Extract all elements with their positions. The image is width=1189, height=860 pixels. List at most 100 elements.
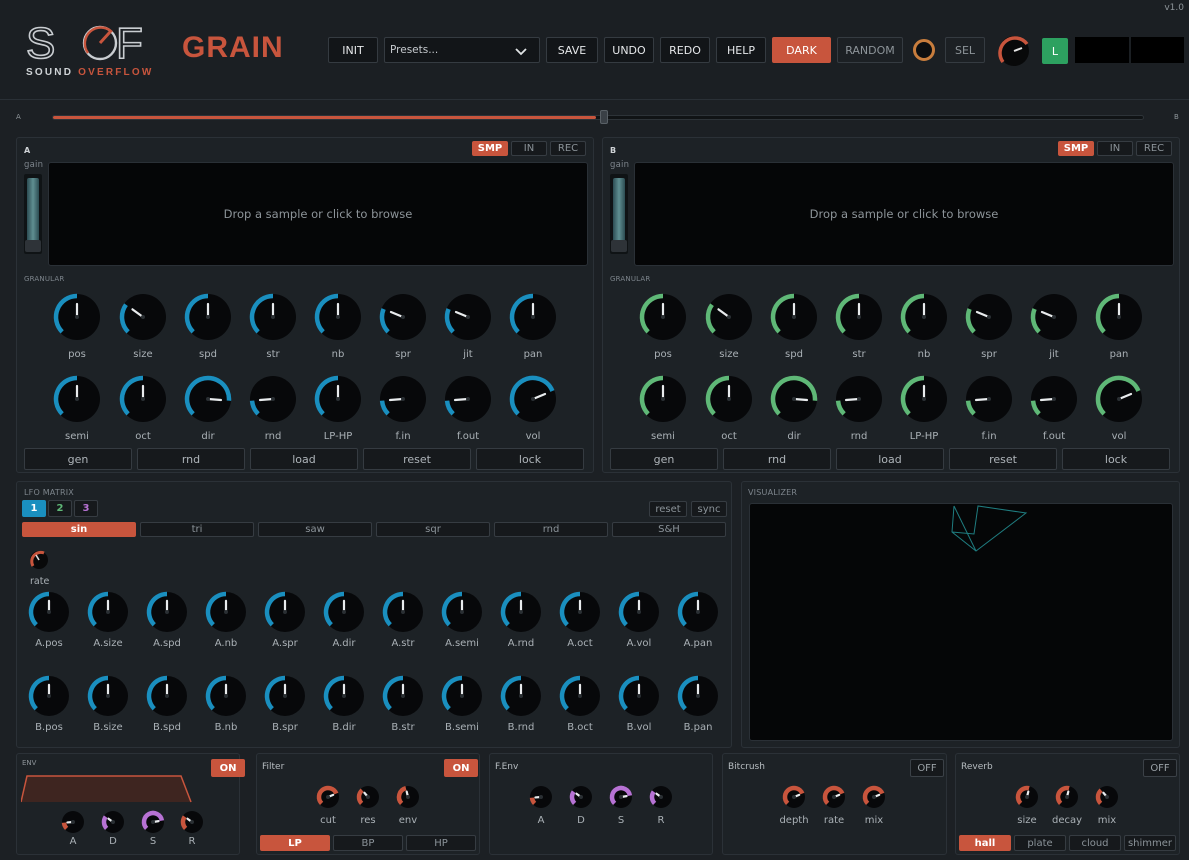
lfo-depth-knob-a-spr[interactable] bbox=[263, 590, 307, 634]
lfo-depth-knob-b-dir[interactable] bbox=[322, 674, 366, 718]
engine-lock-button[interactable]: lock bbox=[1062, 448, 1170, 470]
knob-str[interactable] bbox=[248, 292, 298, 342]
env-d-knob[interactable] bbox=[100, 809, 126, 835]
lfo-depth-knob-b-spr[interactable] bbox=[263, 674, 307, 718]
lfo-tab-2[interactable]: 2 bbox=[48, 500, 72, 517]
lfo-depth-knob-a-dir[interactable] bbox=[322, 590, 366, 634]
filter-env-knob[interactable] bbox=[395, 784, 421, 810]
knob-semi[interactable] bbox=[638, 374, 688, 424]
knob-pan[interactable] bbox=[508, 292, 558, 342]
lfo-depth-knob-b-pan[interactable] bbox=[676, 674, 720, 718]
fenv-a-knob[interactable] bbox=[528, 784, 554, 810]
knob-semi[interactable] bbox=[52, 374, 102, 424]
knob-size[interactable] bbox=[704, 292, 754, 342]
source-tab-rec[interactable]: REC bbox=[550, 141, 586, 156]
knob-str[interactable] bbox=[834, 292, 884, 342]
filter-cut-knob[interactable] bbox=[315, 784, 341, 810]
engine-gen-button[interactable]: gen bbox=[610, 448, 718, 470]
bitcrush-mix-knob[interactable] bbox=[861, 784, 887, 810]
knob-vol[interactable] bbox=[508, 374, 558, 424]
header-small-knob[interactable] bbox=[913, 39, 935, 61]
knob-nb[interactable] bbox=[899, 292, 949, 342]
reverb-mode-shimmer[interactable]: shimmer bbox=[1124, 835, 1176, 851]
knob-spr[interactable] bbox=[378, 292, 428, 342]
sample-drop-zone[interactable]: Drop a sample or click to browse bbox=[48, 162, 588, 266]
engine-load-button[interactable]: load bbox=[836, 448, 944, 470]
fenv-r-knob[interactable] bbox=[648, 784, 674, 810]
lfo-sync-button[interactable]: sync bbox=[691, 501, 727, 517]
lfo-depth-knob-a-vol[interactable] bbox=[617, 590, 661, 634]
reverb-mode-hall[interactable]: hall bbox=[959, 835, 1011, 851]
fenv-s-knob[interactable] bbox=[608, 784, 634, 810]
l-button[interactable]: L bbox=[1042, 38, 1068, 64]
lfo-rate-knob[interactable] bbox=[28, 549, 50, 571]
lfo-shape-rnd[interactable]: rnd bbox=[494, 522, 608, 537]
filter-mode-lp[interactable]: LP bbox=[260, 835, 330, 851]
knob-spd[interactable] bbox=[183, 292, 233, 342]
source-tab-smp[interactable]: SMP bbox=[472, 141, 508, 156]
knob-jit[interactable] bbox=[1029, 292, 1079, 342]
filter-on-toggle[interactable]: ON bbox=[444, 759, 478, 777]
engine-reset-button[interactable]: reset bbox=[363, 448, 471, 470]
lfo-depth-knob-b-rnd[interactable] bbox=[499, 674, 543, 718]
lfo-shape-saw[interactable]: saw bbox=[258, 522, 372, 537]
crossfader-track[interactable] bbox=[52, 110, 1144, 124]
knob-spd[interactable] bbox=[769, 292, 819, 342]
env-s-knob[interactable] bbox=[140, 809, 166, 835]
engine-load-button[interactable]: load bbox=[250, 448, 358, 470]
env-on-toggle[interactable]: ON bbox=[211, 759, 245, 777]
knob-f-in[interactable] bbox=[378, 374, 428, 424]
knob-size[interactable] bbox=[118, 292, 168, 342]
sample-drop-zone[interactable]: Drop a sample or click to browse bbox=[634, 162, 1174, 266]
dark-theme-button[interactable]: DARK bbox=[772, 37, 831, 63]
reverb-mode-cloud[interactable]: cloud bbox=[1069, 835, 1121, 851]
presets-dropdown[interactable]: Presets... bbox=[384, 37, 540, 63]
lfo-depth-knob-a-spd[interactable] bbox=[145, 590, 189, 634]
fenv-d-knob[interactable] bbox=[568, 784, 594, 810]
gain-slider[interactable] bbox=[610, 174, 628, 254]
lfo-depth-knob-a-size[interactable] bbox=[86, 590, 130, 634]
env-r-knob[interactable] bbox=[179, 809, 205, 835]
lfo-depth-knob-b-oct[interactable] bbox=[558, 674, 602, 718]
knob-spr[interactable] bbox=[964, 292, 1014, 342]
reverb-mix-knob[interactable] bbox=[1094, 784, 1120, 810]
knob-rnd[interactable] bbox=[834, 374, 884, 424]
lfo-depth-knob-a-nb[interactable] bbox=[204, 590, 248, 634]
knob-vol[interactable] bbox=[1094, 374, 1144, 424]
knob-pos[interactable] bbox=[638, 292, 688, 342]
lfo-depth-knob-b-size[interactable] bbox=[86, 674, 130, 718]
source-tab-smp[interactable]: SMP bbox=[1058, 141, 1094, 156]
help-button[interactable]: HELP bbox=[716, 37, 766, 63]
engine-rnd-button[interactable]: rnd bbox=[137, 448, 245, 470]
engine-rnd-button[interactable]: rnd bbox=[723, 448, 831, 470]
lfo-depth-knob-b-semi[interactable] bbox=[440, 674, 484, 718]
lfo-tab-1[interactable]: 1 bbox=[22, 500, 46, 517]
bitcrush-depth-knob[interactable] bbox=[781, 784, 807, 810]
lfo-shape-tri[interactable]: tri bbox=[140, 522, 254, 537]
knob-f-out[interactable] bbox=[443, 374, 493, 424]
save-button[interactable]: SAVE bbox=[546, 37, 598, 63]
knob-f-out[interactable] bbox=[1029, 374, 1079, 424]
gain-slider[interactable] bbox=[24, 174, 42, 254]
knob-jit[interactable] bbox=[443, 292, 493, 342]
lfo-depth-knob-b-nb[interactable] bbox=[204, 674, 248, 718]
undo-button[interactable]: UNDO bbox=[604, 37, 654, 63]
crossfader-handle[interactable] bbox=[600, 110, 608, 124]
filter-mode-hp[interactable]: HP bbox=[406, 835, 476, 851]
filter-res-knob[interactable] bbox=[355, 784, 381, 810]
filter-mode-bp[interactable]: BP bbox=[333, 835, 403, 851]
bitcrush-rate-knob[interactable] bbox=[821, 784, 847, 810]
knob-pan[interactable] bbox=[1094, 292, 1144, 342]
bitcrush-toggle[interactable]: OFF bbox=[910, 759, 944, 777]
knob-nb[interactable] bbox=[313, 292, 363, 342]
knob-f-in[interactable] bbox=[964, 374, 1014, 424]
redo-button[interactable]: REDO bbox=[660, 37, 710, 63]
lfo-depth-knob-a-semi[interactable] bbox=[440, 590, 484, 634]
knob-pos[interactable] bbox=[52, 292, 102, 342]
source-tab-rec[interactable]: REC bbox=[1136, 141, 1172, 156]
lfo-depth-knob-a-str[interactable] bbox=[381, 590, 425, 634]
lfo-depth-knob-b-pos[interactable] bbox=[27, 674, 71, 718]
env-curve[interactable] bbox=[21, 773, 193, 803]
source-tab-in[interactable]: IN bbox=[1097, 141, 1133, 156]
random-button[interactable]: RANDOM bbox=[837, 37, 903, 63]
